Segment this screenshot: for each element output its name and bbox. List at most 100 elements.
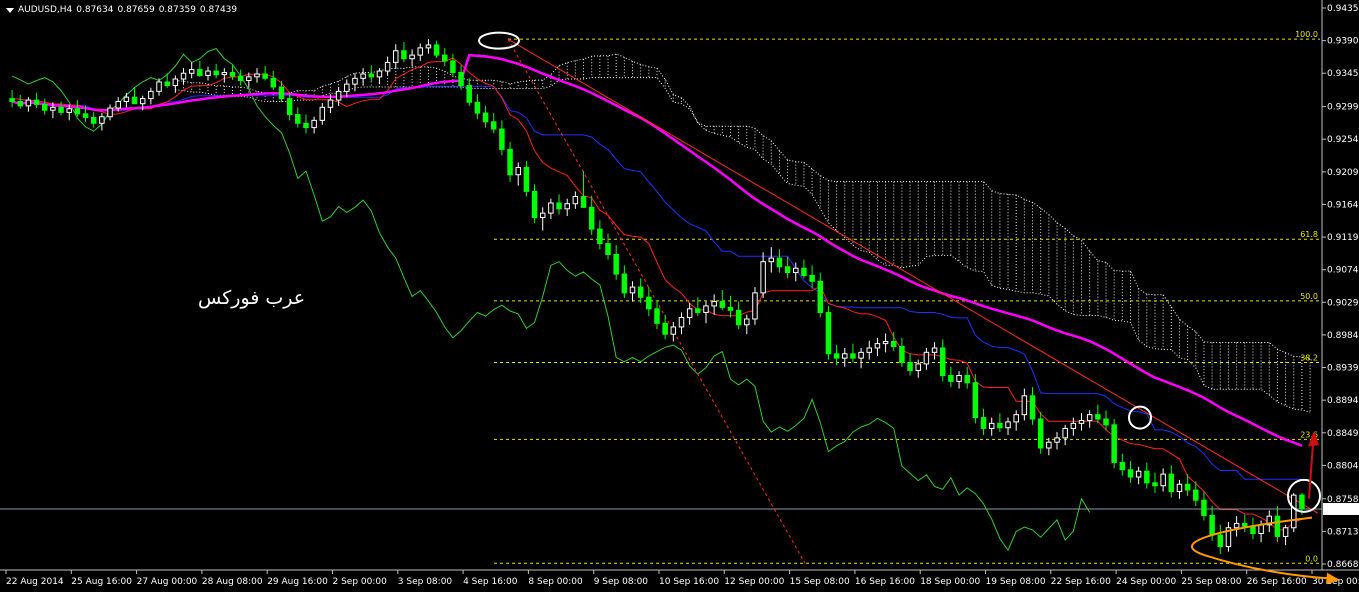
candle-body bbox=[735, 309, 742, 326]
candle bbox=[344, 79, 350, 98]
candle-body bbox=[466, 85, 472, 103]
price-tick-label: 0.91640 bbox=[1327, 200, 1359, 210]
candle-body bbox=[1144, 470, 1150, 484]
price-tick-label: 0.92540 bbox=[1327, 135, 1359, 145]
candle bbox=[703, 301, 709, 324]
candle-body bbox=[99, 116, 105, 124]
candle-body bbox=[1250, 525, 1256, 535]
candle-body bbox=[433, 44, 440, 56]
candle bbox=[1046, 437, 1052, 456]
candle-body bbox=[866, 347, 872, 353]
fib-level-label: 50.0 bbox=[1300, 292, 1318, 301]
candle-body bbox=[1103, 418, 1109, 426]
candle bbox=[637, 278, 644, 304]
candle bbox=[1242, 514, 1248, 533]
candle-body bbox=[1209, 514, 1215, 536]
candle bbox=[858, 347, 864, 369]
candle bbox=[409, 49, 415, 66]
candle bbox=[1201, 491, 1207, 521]
candle bbox=[842, 347, 848, 367]
candle bbox=[874, 337, 881, 356]
candle bbox=[744, 314, 750, 335]
candle-body bbox=[972, 382, 979, 419]
candle-body bbox=[205, 70, 211, 76]
price-tick-label: 0.88040 bbox=[1327, 461, 1359, 471]
candle bbox=[1037, 411, 1044, 454]
candle bbox=[507, 142, 513, 182]
candle-body bbox=[964, 375, 970, 384]
low-value: 0.87359 bbox=[158, 5, 196, 15]
candle bbox=[417, 43, 424, 61]
candle bbox=[490, 113, 497, 134]
candle bbox=[523, 160, 530, 197]
candle bbox=[1160, 468, 1166, 492]
candle bbox=[588, 195, 595, 235]
time-tick-label: 29 Aug 16:00 bbox=[267, 577, 328, 587]
candle-body bbox=[1111, 424, 1117, 464]
candle-body bbox=[9, 98, 15, 103]
top-marker-circle bbox=[478, 31, 520, 50]
candle-body bbox=[597, 228, 603, 245]
candle-body bbox=[588, 206, 595, 230]
time-tick-label: 19 Sep 08:00 bbox=[986, 577, 1046, 587]
candle bbox=[825, 305, 832, 360]
candle-body bbox=[188, 69, 195, 74]
candle bbox=[221, 68, 228, 83]
candle-body bbox=[303, 122, 309, 129]
candle bbox=[311, 116, 317, 134]
candle-body bbox=[1291, 494, 1297, 529]
candle-body bbox=[82, 113, 89, 118]
candle-body bbox=[646, 296, 652, 310]
candle-body bbox=[1013, 414, 1019, 423]
time-tick-label: 9 Sep 08:00 bbox=[594, 577, 649, 587]
time-tick-label: 15 Sep 08:00 bbox=[790, 577, 850, 587]
candle-body bbox=[882, 340, 889, 345]
candle-body bbox=[164, 81, 170, 87]
time-tick-label: 16 Sep 16:00 bbox=[855, 577, 915, 587]
candle-body bbox=[980, 417, 987, 429]
candle bbox=[237, 69, 244, 86]
candle bbox=[515, 162, 521, 186]
candle-body bbox=[1193, 489, 1199, 501]
candle-body bbox=[1299, 494, 1305, 510]
candle bbox=[90, 111, 97, 128]
candle-body bbox=[776, 257, 783, 268]
candle-body bbox=[1086, 414, 1093, 421]
candle bbox=[172, 75, 179, 93]
candle-body bbox=[1160, 473, 1166, 487]
candle-body bbox=[711, 301, 717, 307]
candle bbox=[270, 71, 277, 90]
candle-body bbox=[384, 61, 391, 72]
candle-body bbox=[237, 75, 244, 81]
candle bbox=[1225, 521, 1232, 552]
candle-body bbox=[858, 351, 864, 359]
time-tick-label: 12 Sep 00:00 bbox=[724, 577, 784, 587]
candle bbox=[376, 68, 383, 85]
candle-body bbox=[1282, 527, 1289, 537]
candle bbox=[1168, 465, 1175, 498]
candle-body bbox=[123, 96, 130, 103]
candle bbox=[923, 347, 930, 370]
candle bbox=[352, 73, 358, 92]
candle bbox=[613, 245, 619, 280]
candle-body bbox=[931, 347, 938, 353]
candle-body bbox=[523, 166, 530, 192]
time-tick-label: 8 Sep 00:00 bbox=[528, 577, 583, 587]
up-arrow-shaft bbox=[1308, 443, 1314, 499]
candle-body bbox=[376, 70, 383, 78]
candle-body bbox=[319, 106, 326, 121]
candle-body bbox=[621, 273, 628, 294]
candle bbox=[107, 104, 113, 121]
time-tick-label: 22 Aug 2014 bbox=[6, 577, 64, 587]
candle bbox=[678, 312, 685, 335]
candle bbox=[572, 191, 579, 209]
candle-body bbox=[335, 90, 342, 101]
candle-body bbox=[793, 267, 799, 274]
candle bbox=[817, 272, 824, 318]
candle-body bbox=[172, 78, 179, 87]
candle-body bbox=[139, 98, 146, 105]
dropdown-triangle-icon[interactable] bbox=[6, 7, 14, 13]
candle bbox=[654, 300, 660, 330]
candle-body bbox=[768, 257, 775, 263]
candle bbox=[286, 92, 293, 121]
